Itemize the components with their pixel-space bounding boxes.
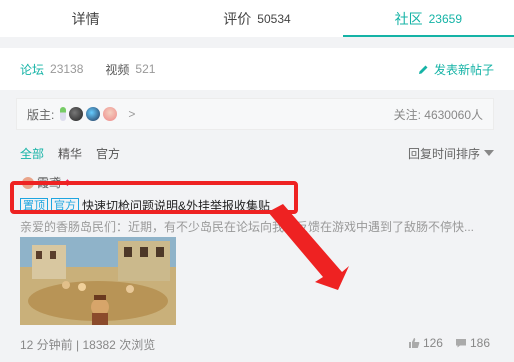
tab-reviews-count: 50534 [257, 11, 291, 26]
moderators-more[interactable]: > [128, 107, 135, 121]
forum-link[interactable]: 论坛 [20, 61, 44, 78]
thumbs-up-icon[interactable] [408, 337, 420, 349]
filter-featured[interactable]: 精华 [58, 145, 82, 162]
tab-reviews[interactable]: 评价 50534 [171, 0, 342, 37]
comment-icon[interactable] [455, 337, 467, 349]
avatar[interactable] [103, 107, 118, 121]
video-link[interactable]: 视频 [105, 61, 129, 78]
main-tabs: 详情 评价 50534 社区 23659 [0, 0, 514, 37]
post-stats: 126 186 [408, 336, 490, 350]
post-thumbnail[interactable] [20, 237, 176, 325]
new-post-label: 发表新帖子 [433, 62, 494, 77]
video-count: 521 [135, 62, 156, 76]
community-subnav: 论坛 23138 视频 521 发表新帖子 [0, 48, 514, 90]
like-count: 126 [422, 336, 443, 350]
pencil-icon [418, 65, 428, 74]
avatar[interactable] [86, 107, 101, 121]
caret-down-icon [484, 150, 494, 156]
filter-all[interactable]: 全部 [20, 145, 44, 162]
tab-community[interactable]: 社区 23659 [342, 0, 514, 37]
tab-community-count: 23659 [428, 11, 462, 26]
filter-official[interactable]: 官方 [96, 145, 120, 162]
post-meta: 12 分钟前 | 18382 次浏览 [20, 336, 155, 353]
moderator-bar: 版主: > 关注: 4630060人 [16, 98, 494, 130]
tab-community-label: 社区 [394, 10, 423, 27]
moderator-label: 版主: [27, 107, 55, 122]
sort-label: 回复时间排序 [407, 146, 480, 161]
highlight-box [10, 181, 298, 214]
sort-dropdown[interactable]: 回复时间排序 [408, 145, 494, 162]
avatar[interactable] [60, 107, 67, 121]
new-post-button[interactable]: 发表新帖子 [418, 61, 494, 78]
tab-details[interactable]: 详情 [0, 0, 171, 37]
post-filters: 全部 精华 官方 回复时间排序 [0, 143, 514, 163]
comment-count: 186 [469, 336, 490, 350]
post-time: 12 分钟前 [20, 338, 73, 352]
post-excerpt: 亲爱的香肠岛民们：近期，有不少岛民在论坛向我们反馈在游戏中遇到了敌肠不停快... [20, 220, 475, 234]
moderator-avatars[interactable] [60, 107, 120, 121]
avatar[interactable] [69, 107, 84, 121]
tab-details-label: 详情 [71, 10, 100, 27]
tab-reviews-label: 评价 [223, 10, 252, 27]
followers-count: 关注: 4630060人 [393, 107, 483, 122]
forum-count: 23138 [50, 62, 84, 76]
post-views: 18382 次浏览 [82, 338, 156, 352]
